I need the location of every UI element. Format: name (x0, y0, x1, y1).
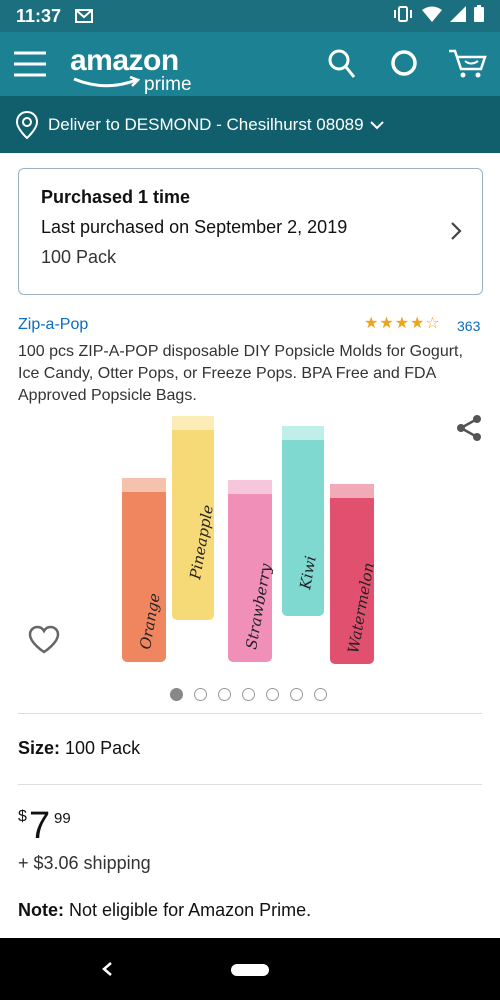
status-icons (392, 5, 484, 27)
rating-count[interactable]: 363 (457, 318, 480, 334)
signal-icon (450, 5, 466, 27)
carousel-dot[interactable] (314, 688, 327, 701)
battery-icon (474, 5, 484, 27)
image-carousel-dots (170, 688, 327, 701)
amazon-prime-logo[interactable]: amazon prime (70, 44, 192, 96)
status-bar: 11:37 (0, 0, 500, 32)
alexa-icon[interactable] (390, 49, 418, 82)
cart-icon[interactable] (447, 47, 487, 84)
divider (18, 713, 482, 714)
brand-link[interactable]: Zip-a-Pop (18, 316, 88, 334)
note-label: Note: (18, 900, 64, 920)
deliver-to-bar[interactable]: Deliver to DESMOND - Chesilhurst 08089 (0, 96, 500, 153)
chevron-down-icon (369, 120, 384, 129)
note-text: Not eligible for Amazon Prime. (69, 900, 312, 920)
price-fraction: 99 (54, 810, 71, 827)
star-icon: ★ (364, 315, 379, 332)
size-value: 100 Pack (65, 738, 141, 758)
carousel-dot[interactable] (194, 688, 207, 701)
popsicle-orange: Orange (122, 478, 166, 662)
star-empty-icon: ☆ (425, 315, 440, 332)
wifi-icon (422, 6, 442, 27)
carousel-dot[interactable] (266, 688, 279, 701)
menu-icon[interactable] (14, 48, 46, 80)
vibrate-icon (392, 5, 414, 27)
shipping-cost: + $3.06 shipping (18, 853, 151, 873)
product-title: 100 pcs ZIP-A-POP disposable DIY Popsicl… (18, 343, 463, 404)
price-whole: 7 (29, 805, 51, 847)
star-icon: ★ (410, 315, 425, 332)
status-time: 11:37 (16, 5, 62, 26)
popsicle-pineapple: Pineapple (172, 416, 217, 620)
star-icon: ★ (379, 315, 394, 332)
product-image[interactable]: Orange Pineapple Strawberry Kiwi Waterme… (110, 410, 390, 675)
size-selector[interactable]: Size: 100 Pack (18, 738, 140, 759)
heart-icon[interactable] (28, 625, 60, 660)
size-label: Size: (18, 738, 61, 758)
popsicle-strawberry: Strawberry (228, 480, 275, 662)
logo-amazon-text: amazon (70, 44, 179, 77)
carousel-dot[interactable] (242, 688, 255, 701)
purchase-count: Purchased 1 time (41, 187, 191, 207)
search-icon[interactable] (328, 49, 356, 84)
logo-prime-text: prime (144, 74, 192, 95)
rating-stars[interactable]: ★ ★ ★ ★ ☆ (364, 316, 440, 332)
purchase-history-card[interactable]: Purchased 1 time Last purchased on Septe… (18, 168, 483, 295)
home-pill[interactable] (231, 964, 269, 976)
last-purchased-date: Last purchased on September 2, 2019 (41, 217, 348, 237)
chevron-right-icon (451, 222, 462, 240)
star-icon: ★ (394, 315, 410, 332)
price-currency: $ (18, 808, 27, 825)
system-nav-bar (0, 938, 500, 1000)
back-icon[interactable] (101, 961, 113, 982)
deliver-address: Deliver to DESMOND - Chesilhurst 08089 (48, 114, 364, 134)
share-icon[interactable] (455, 414, 483, 447)
purchased-pack: 100 Pack (41, 247, 117, 267)
popsicle-watermelon: Watermelon (330, 484, 378, 664)
location-pin-icon (16, 110, 38, 139)
prime-note: Note: Not eligible for Amazon Prime. (18, 900, 311, 921)
carousel-dot[interactable] (170, 688, 183, 701)
popsicle-kiwi: Kiwi (282, 426, 324, 616)
carousel-dot[interactable] (218, 688, 231, 701)
smile-arrow-icon (73, 76, 141, 88)
carousel-dot[interactable] (290, 688, 303, 701)
divider (18, 784, 482, 785)
app-bar: amazon prime (0, 32, 500, 96)
gmail-icon (75, 9, 94, 23)
